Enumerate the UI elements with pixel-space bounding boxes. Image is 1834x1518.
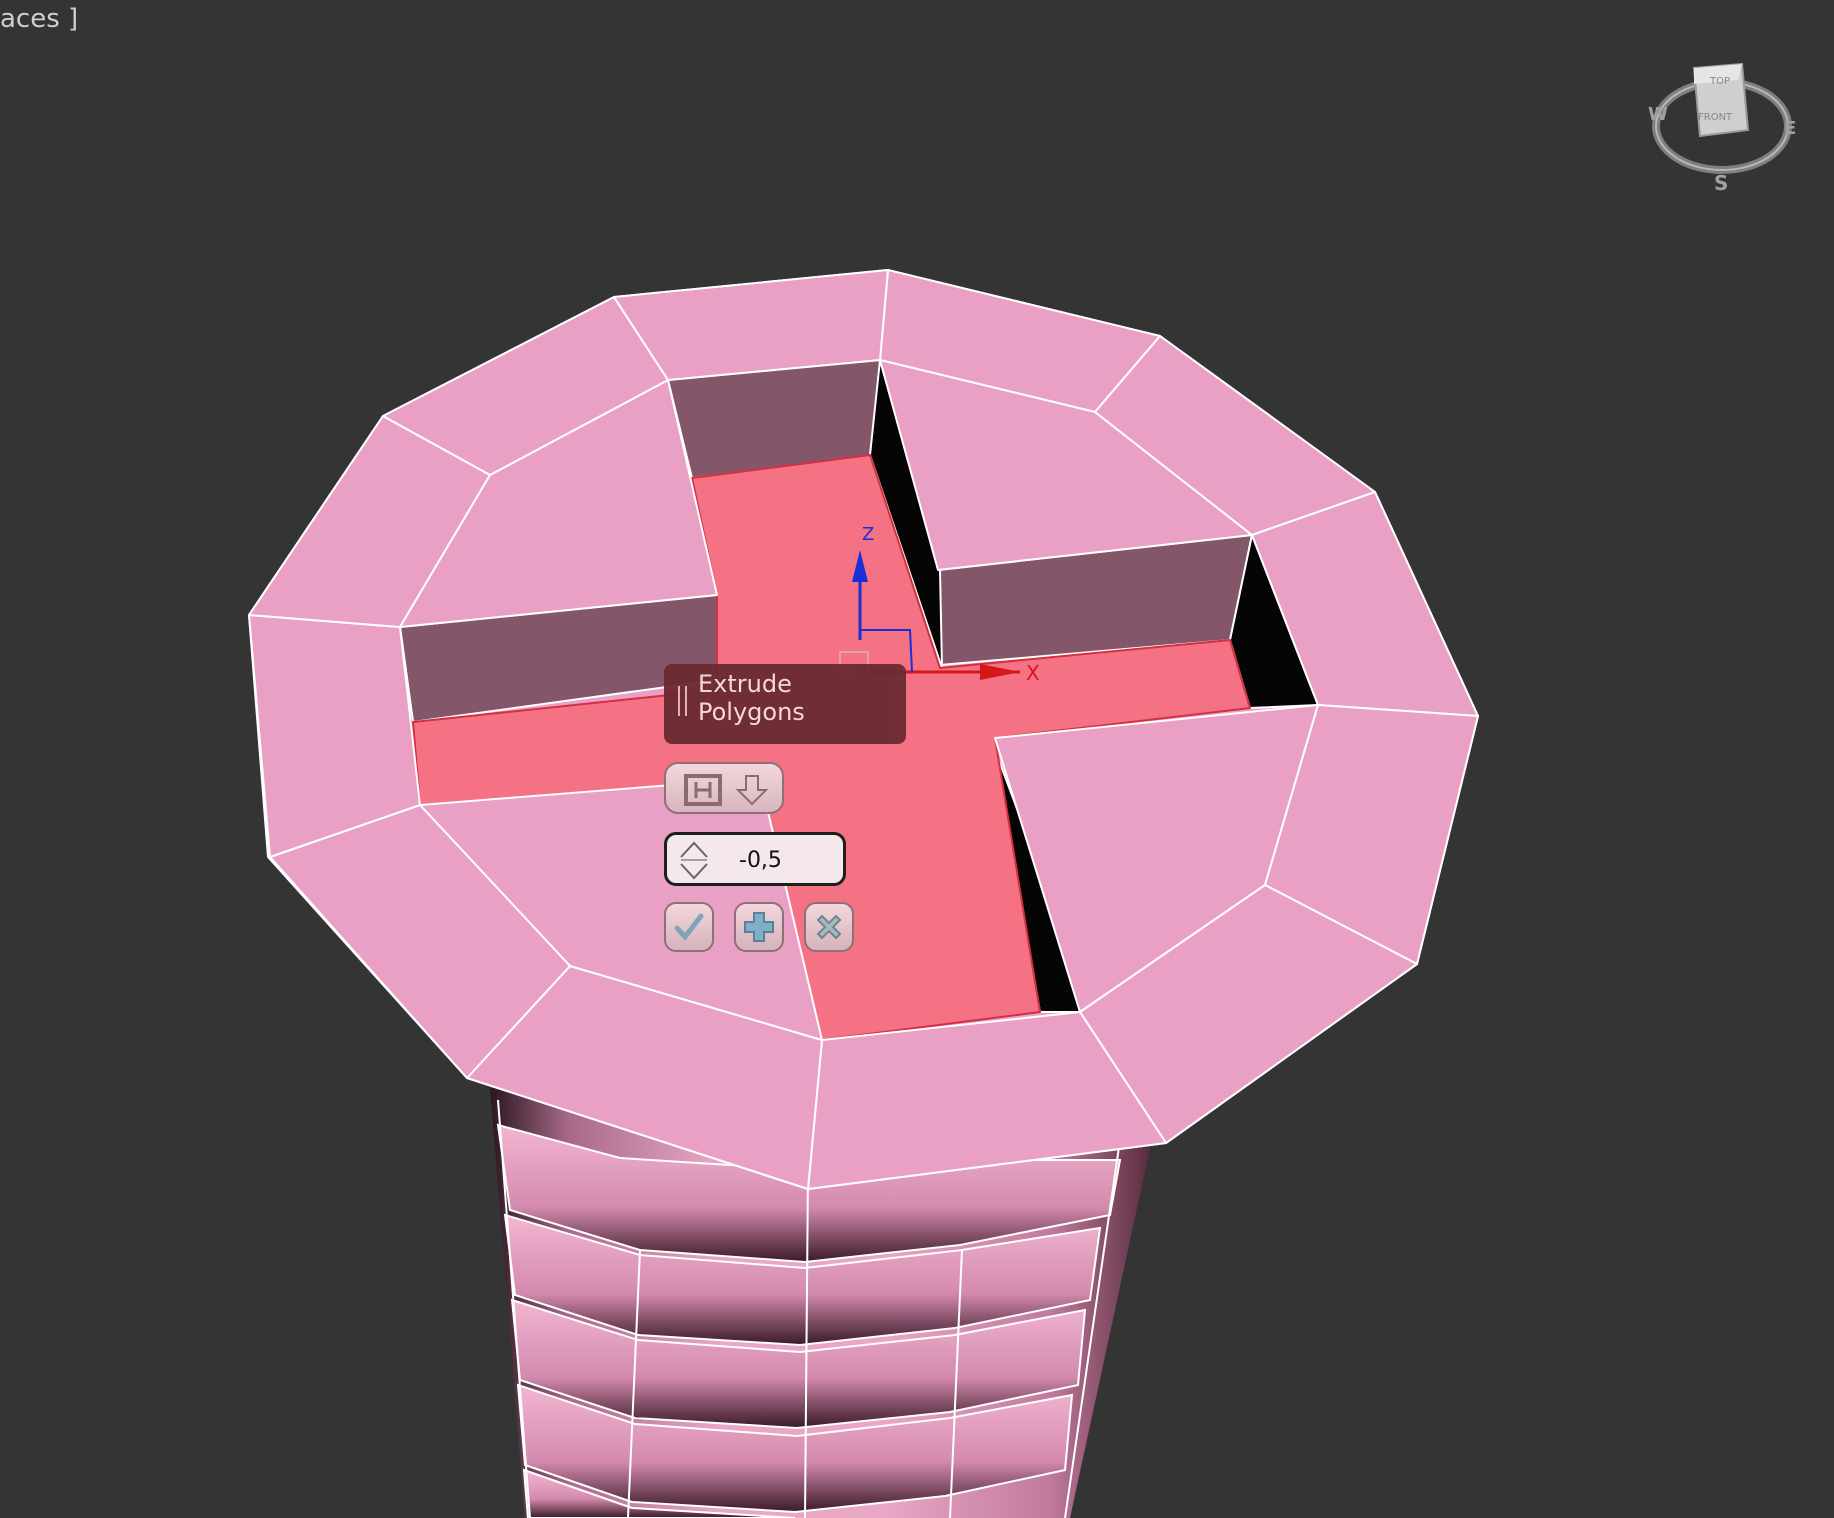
- perspective-viewport[interactable]: aces ] X Z TOP FRONT W E S Extrude Polyg…: [0, 0, 1834, 1518]
- check-icon: [674, 913, 704, 941]
- gizmo-z-label: Z: [862, 524, 874, 545]
- extrude-type-dropdown[interactable]: [664, 762, 784, 814]
- height-spinner[interactable]: [664, 832, 846, 886]
- plus-icon: [744, 912, 774, 942]
- drag-grip-icon[interactable]: [678, 686, 687, 716]
- caddy-title: Extrude Polygons: [698, 670, 805, 726]
- group-extrude-icon: [684, 774, 769, 806]
- caddy-title-bar[interactable]: Extrude Polygons: [664, 664, 906, 744]
- apply-button[interactable]: [734, 902, 784, 952]
- ok-button[interactable]: [664, 902, 714, 952]
- gizmo-x-label: X: [1026, 661, 1040, 685]
- spinner-arrows-icon[interactable]: [677, 839, 711, 881]
- viewcube-top-face[interactable]: TOP: [1709, 76, 1730, 87]
- viewcube[interactable]: TOP FRONT W E S: [1648, 58, 1798, 198]
- screw-model[interactable]: X Z: [0, 0, 1834, 1518]
- height-input[interactable]: [739, 845, 839, 875]
- cancel-button[interactable]: [804, 902, 854, 952]
- x-icon: [816, 914, 842, 940]
- viewcube-front-face[interactable]: FRONT: [1698, 112, 1733, 123]
- viewcube-south[interactable]: S: [1714, 171, 1728, 195]
- viewcube-east[interactable]: E: [1784, 118, 1796, 139]
- viewcube-west[interactable]: W: [1648, 104, 1668, 125]
